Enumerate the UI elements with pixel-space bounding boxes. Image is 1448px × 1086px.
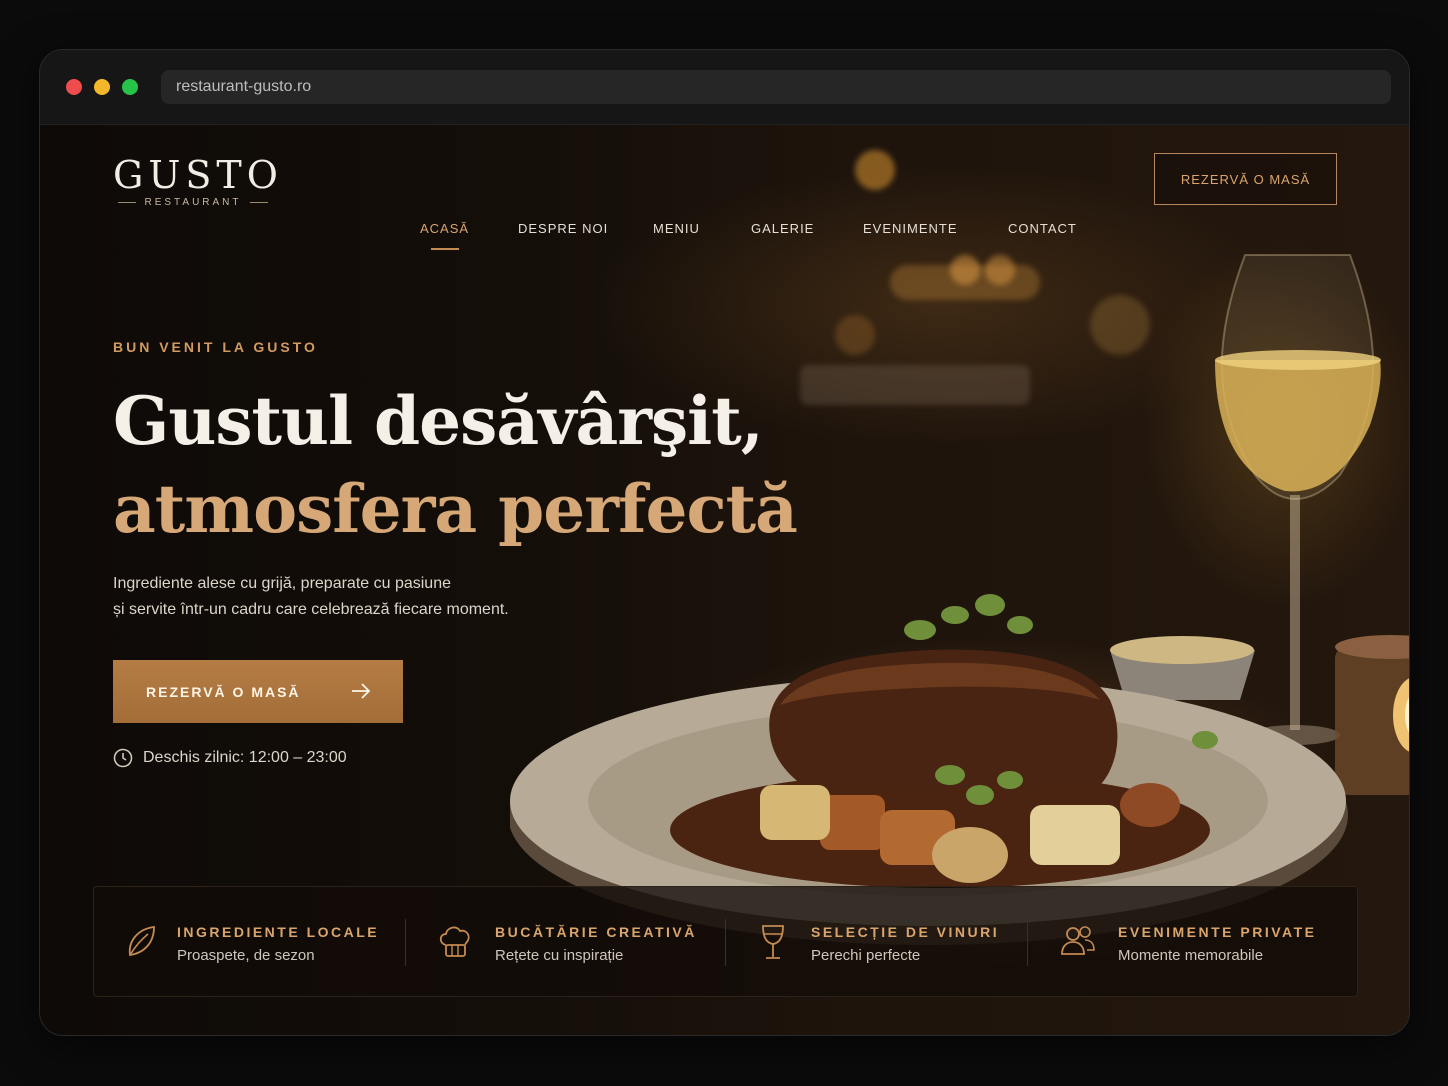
feature-divider [725, 919, 726, 966]
feature-divider [1027, 919, 1028, 966]
nav-item-gallery[interactable]: GALERIE [751, 221, 814, 236]
browser-toolbar: restaurant-gusto.ro [40, 50, 1409, 125]
side-bowl-image [1110, 636, 1255, 700]
candle-image [1335, 635, 1409, 795]
chef-hat-icon [439, 926, 470, 957]
hero-headline: Gustul desăvârşit, atmosfera perfectă [113, 377, 798, 553]
nav-item-menu[interactable]: MENIU [653, 221, 700, 236]
brand-name: GUSTO [113, 153, 283, 197]
hero-description: Ingrediente alese cu grijă, preparate cu… [113, 571, 593, 623]
hero-description-line-1: Ingrediente alese cu grijă, preparate cu… [113, 575, 451, 592]
brand-logo[interactable]: GUSTO RESTAURANT [113, 153, 283, 208]
nav-item-contact[interactable]: CONTACT [1008, 221, 1077, 236]
close-window-button[interactable] [66, 79, 82, 95]
food-plate-image [510, 254, 1409, 945]
people-icon [1061, 926, 1095, 955]
brand-tagline: RESTAURANT [113, 197, 273, 208]
feature-title: BUCĂTĂRIE CREATIVĂ [495, 924, 697, 940]
feature-private-events: EVENIMENTE PRIVATE Momente memorabile [1060, 887, 1350, 998]
opening-hours-text: Deschis zilnic: 12:00 – 23:00 [143, 749, 347, 766]
reserve-table-hero-button[interactable]: REZERVĂ O MASĂ [113, 660, 403, 723]
feature-creative-kitchen: BUCĂTĂRIE CREATIVĂ Rețete cu inspirație [437, 887, 727, 998]
feature-subtitle: Proaspete, de sezon [177, 947, 315, 964]
leaf-icon [128, 925, 155, 957]
clock-icon [113, 748, 133, 768]
nav-item-events[interactable]: EVENIMENTE [863, 221, 958, 236]
opening-hours: Deschis zilnic: 12:00 – 23:00 [113, 748, 347, 768]
feature-subtitle: Momente memorabile [1118, 947, 1264, 964]
feature-subtitle: Rețete cu inspirație [495, 947, 624, 964]
reserve-table-nav-button[interactable]: REZERVĂ O MASĂ [1154, 153, 1337, 205]
feature-title: INGREDIENTE LOCALE [177, 924, 380, 940]
feature-divider [405, 919, 406, 966]
maximize-window-button[interactable] [122, 79, 138, 95]
headline-line-2: atmosfera perfectă [113, 470, 798, 548]
hero-description-line-2: și servite într-un cadru care celebrează… [113, 601, 509, 618]
arrow-right-icon [352, 683, 371, 699]
features-strip: INGREDIENTE LOCALE Proaspete, de sezon B… [93, 886, 1358, 997]
feature-subtitle: Perechi perfecte [811, 947, 921, 964]
active-nav-indicator [431, 248, 459, 250]
reserve-table-hero-label: REZERVĂ O MASĂ [146, 683, 301, 700]
wine-glass-icon [762, 925, 784, 959]
browser-window: restaurant-gusto.ro GUSTO RESTAURANT ACA… [39, 49, 1410, 1036]
nav-item-home[interactable]: ACASĂ [420, 221, 469, 236]
address-bar[interactable]: restaurant-gusto.ro [161, 70, 1391, 104]
hero-page: GUSTO RESTAURANT ACASĂ DESPRE NOI MENIU … [40, 125, 1409, 1035]
feature-local-ingredients: INGREDIENTE LOCALE Proaspete, de sezon [124, 887, 404, 998]
feature-wine-selection: SELECȚIE DE VINURI Perechi perfecte [760, 887, 1030, 998]
hero-eyebrow: BUN VENIT LA GUSTO [113, 339, 318, 355]
feature-title: SELECȚIE DE VINURI [811, 924, 1000, 940]
minimize-window-button[interactable] [94, 79, 110, 95]
nav-item-about[interactable]: DESPRE NOI [518, 221, 608, 236]
headline-line-1: Gustul desăvârşit, [113, 382, 764, 460]
feature-title: EVENIMENTE PRIVATE [1118, 924, 1317, 940]
bokeh-light [855, 150, 895, 190]
